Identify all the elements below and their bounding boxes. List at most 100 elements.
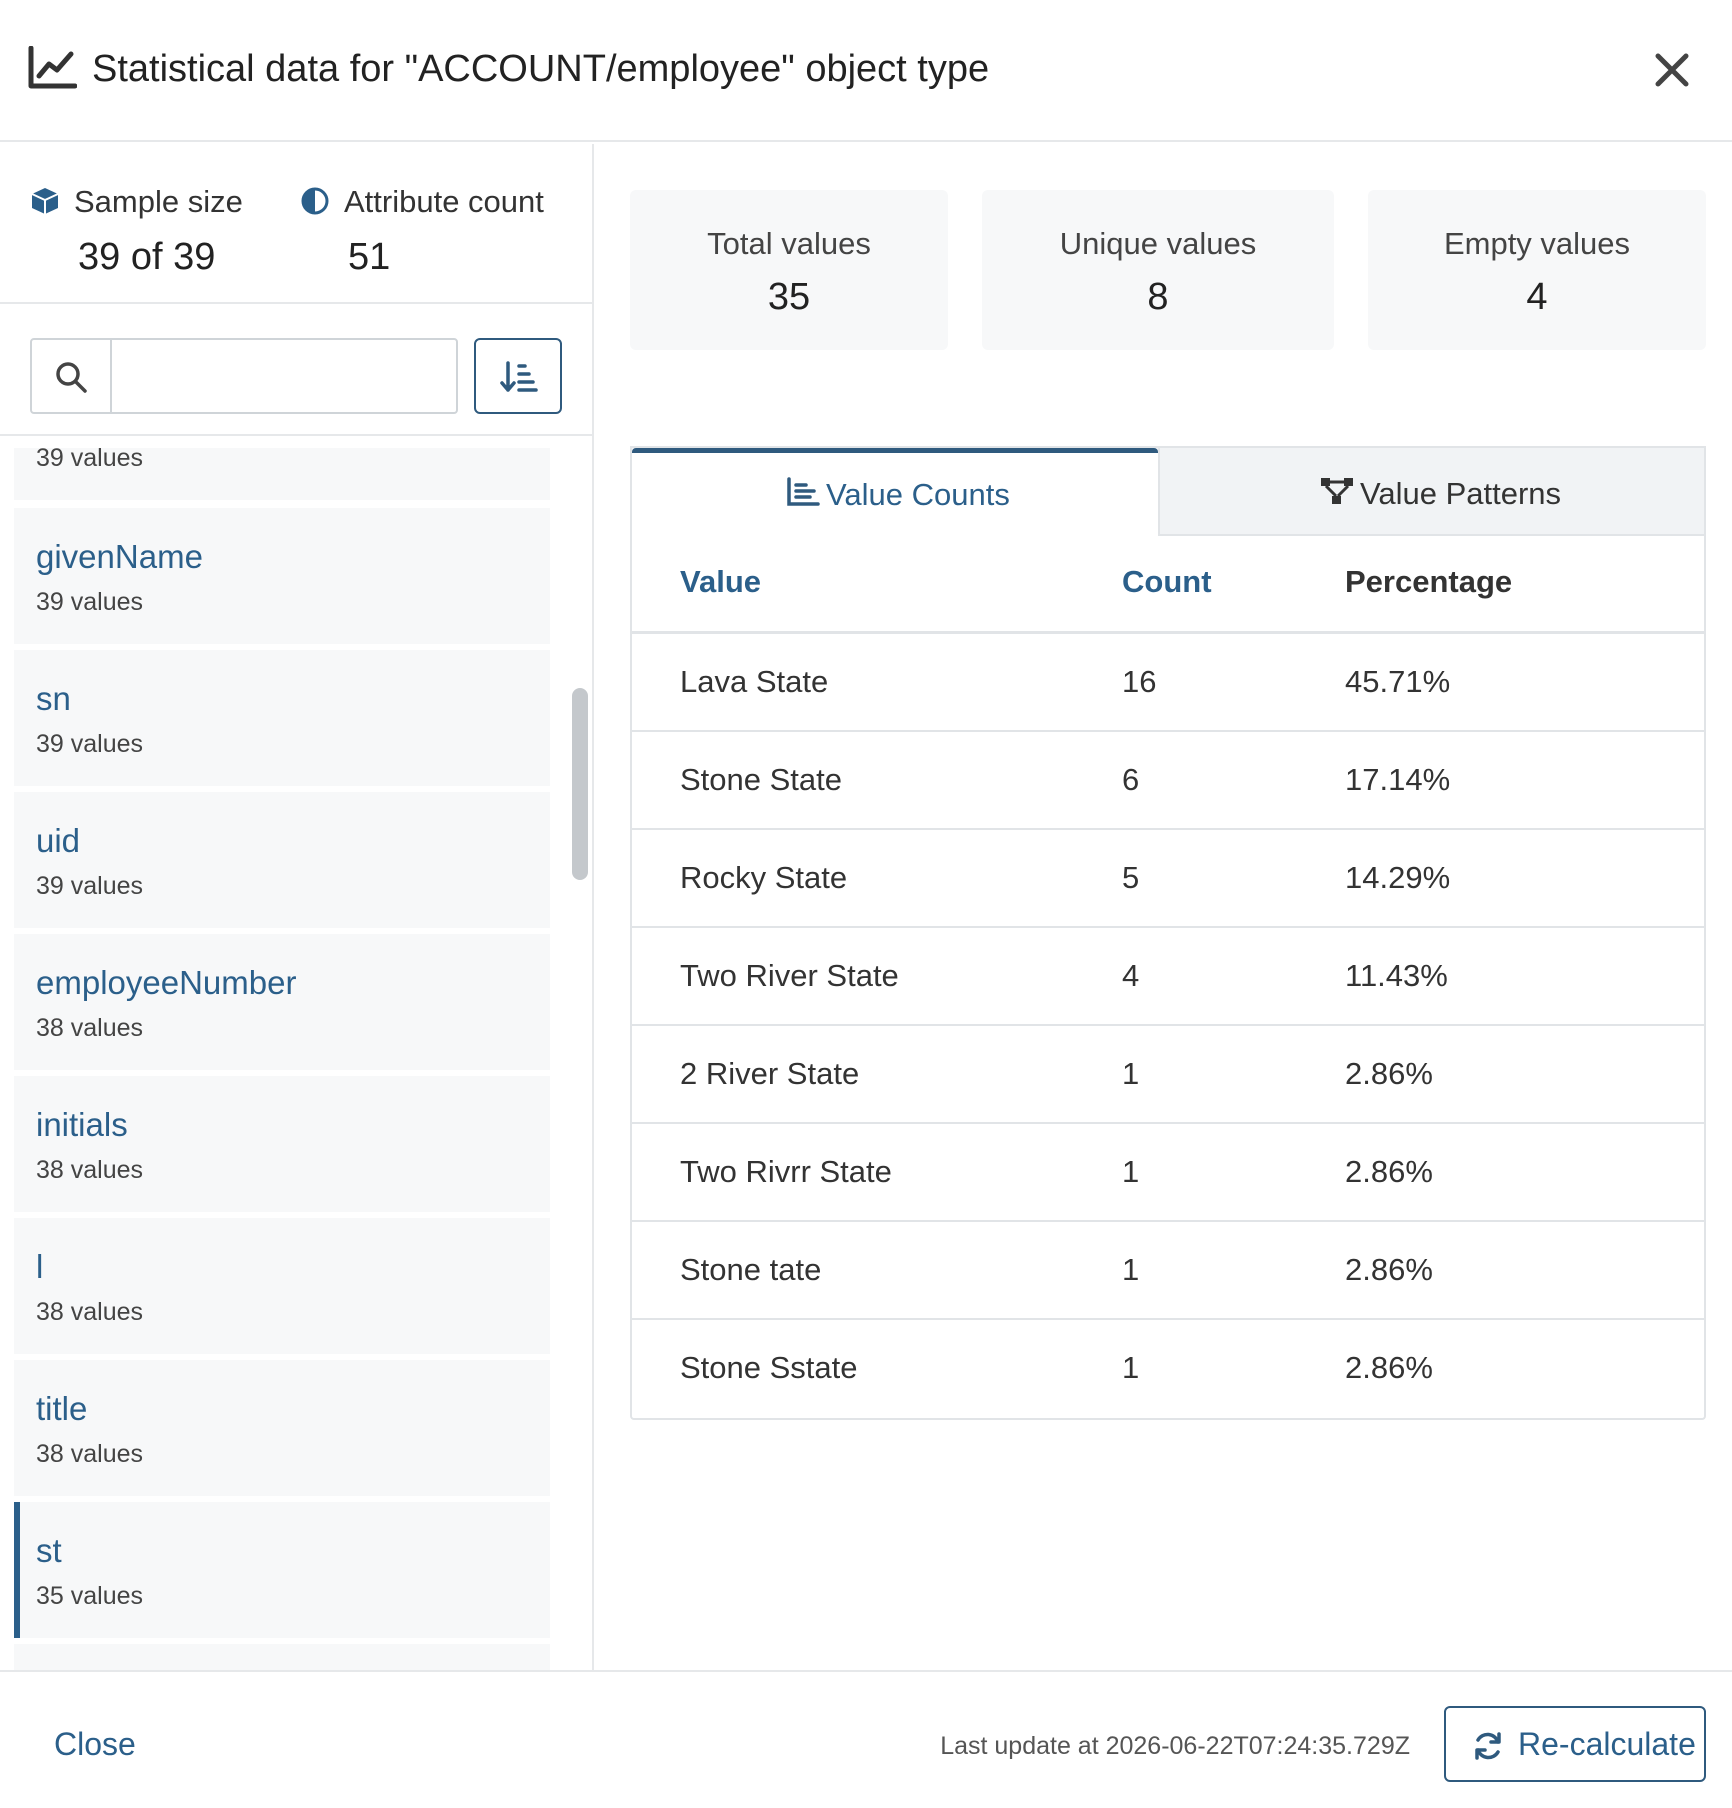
half-circle-icon [301, 187, 329, 215]
cell-count: 6 [1122, 762, 1140, 797]
attribute-name: l [36, 1248, 44, 1285]
attribute-item[interactable]: 39 values [14, 448, 550, 500]
total-values-value: 35 [767, 276, 811, 318]
cell-count: 1 [1122, 1056, 1140, 1091]
cell-count: 4 [1122, 958, 1140, 993]
cell-count: 1 [1122, 1350, 1140, 1385]
table-row: Lava State 16 45.71% [632, 634, 1704, 732]
sample-summary: Sample size 39 of 39 Attribute count 51 [0, 144, 592, 304]
close-button[interactable]: Close [54, 1726, 136, 1763]
unique-values-value: 8 [1147, 276, 1169, 318]
close-icon[interactable] [1652, 50, 1692, 90]
attribute-item[interactable]: givenName 39 values [14, 508, 550, 644]
attribute-value-count: 38 values [36, 1298, 144, 1326]
stats-tabs: Value Counts Value Patterns [630, 446, 1706, 536]
cell-value: Stone State [680, 762, 843, 797]
cell-count: 16 [1122, 664, 1157, 699]
cell-count: 5 [1122, 860, 1140, 895]
cube-icon [31, 188, 59, 214]
empty-values-value: 4 [1526, 276, 1548, 318]
cell-value: Stone tate [680, 1252, 822, 1287]
attribute-name: givenName [36, 538, 203, 575]
attribute-value-count: 39 values [36, 588, 144, 616]
pattern-nodes-icon [1321, 478, 1353, 504]
recalculate-button[interactable]: Re-calculate [1444, 1706, 1706, 1782]
attribute-count-value: 51 [348, 236, 391, 278]
attribute-value-count: 39 values [36, 448, 144, 472]
attribute-value-count: 38 values [36, 1440, 144, 1468]
cell-count: 1 [1122, 1154, 1140, 1189]
cell-percentage: 2.86% [1345, 1154, 1433, 1189]
tab-value-patterns[interactable]: Value Patterns [1158, 448, 1706, 536]
attribute-name: uid [36, 822, 81, 859]
scrollbar-thumb[interactable] [572, 688, 588, 880]
attribute-item[interactable]: initials 38 values [14, 1076, 550, 1212]
cell-value: Two Rivrr State [680, 1154, 892, 1189]
last-update-text: Last update at 2026-06-22T07:24:35.729Z [940, 1732, 1410, 1760]
table-header: Value Count Percentage [632, 534, 1704, 634]
cell-percentage: 17.14% [1345, 762, 1451, 797]
column-header-percentage[interactable]: Percentage [1345, 564, 1512, 600]
cell-percentage: 14.29% [1345, 860, 1451, 895]
sample-size-label: Sample size [74, 184, 243, 219]
total-values-card: Total values 35 [630, 190, 948, 350]
cell-percentage: 2.86% [1345, 1350, 1433, 1385]
recalculate-label: Re-calculate [1518, 1726, 1696, 1762]
attribute-pane: Sample size 39 of 39 Attribute count 51 [0, 144, 594, 1670]
attribute-value-count: 38 values [36, 1156, 144, 1184]
attribute-value-count: 39 values [36, 730, 144, 758]
attribute-name: st [36, 1532, 62, 1569]
attribute-list: 39 values givenName 39 values sn 39 valu… [0, 448, 572, 1670]
search-input[interactable] [114, 340, 454, 412]
attribute-value-count: 35 values [36, 1582, 144, 1610]
attribute-name: employeeNumber [36, 964, 297, 1001]
attribute-name: initials [36, 1106, 128, 1143]
unique-values-card: Unique values 8 [982, 190, 1334, 350]
tab-value-counts[interactable]: Value Counts [632, 448, 1158, 536]
tab-value-counts-label: Value Counts [826, 477, 1010, 512]
cell-value: Rocky State [680, 860, 848, 895]
dialog-title: Statistical data for "ACCOUNT/employee" … [92, 48, 990, 90]
total-values-label: Total values [707, 226, 871, 261]
search-field[interactable] [30, 338, 458, 414]
sort-button[interactable] [474, 338, 562, 414]
tab-value-patterns-label: Value Patterns [1360, 476, 1562, 511]
dialog-header: Statistical data for "ACCOUNT/employee" … [0, 0, 1732, 142]
table-row: Stone Sstate 1 2.86% [632, 1320, 1704, 1418]
bar-list-icon [787, 477, 820, 506]
column-header-count[interactable]: Count [1122, 564, 1212, 600]
attribute-item[interactable]: uid 39 values [14, 792, 550, 928]
sort-amount-icon [500, 361, 538, 392]
cell-value: Stone Sstate [680, 1350, 858, 1385]
attribute-item[interactable]: sn 39 values [14, 650, 550, 786]
line-chart-icon [28, 46, 77, 89]
sample-size-value: 39 of 39 [78, 236, 216, 278]
cell-percentage: 11.43% [1345, 958, 1448, 993]
attribute-name: title [36, 1390, 88, 1427]
empty-values-label: Empty values [1443, 226, 1631, 261]
table-row: Stone tate 1 2.86% [632, 1222, 1704, 1320]
table-row: Stone State 6 17.14% [632, 732, 1704, 830]
attribute-name: sn [36, 680, 71, 717]
attribute-count-label: Attribute count [344, 184, 544, 219]
search-icon [56, 362, 87, 393]
value-counts-table: Value Count Percentage Lava State 16 45.… [630, 534, 1706, 1420]
cell-count: 1 [1122, 1252, 1140, 1287]
attribute-item[interactable]: employeeNumber 38 values [14, 934, 550, 1070]
column-header-value[interactable]: Value [680, 564, 761, 600]
table-row: 2 River State 1 2.86% [632, 1026, 1704, 1124]
attribute-item[interactable]: l 38 values [14, 1218, 550, 1354]
cell-value: 2 River State [680, 1056, 860, 1091]
attribute-value-count: 39 values [36, 872, 144, 900]
table-row: Two Rivrr State 1 2.86% [632, 1124, 1704, 1222]
table-row: Rocky State 5 14.29% [632, 830, 1704, 928]
attribute-item-selected[interactable]: st 35 values [14, 1502, 550, 1638]
unique-values-label: Unique values [1059, 226, 1257, 261]
search-icon-container [32, 340, 112, 412]
attribute-value-count: 38 values [36, 1014, 144, 1042]
cell-percentage: 2.86% [1345, 1252, 1433, 1287]
attribute-item[interactable]: title 38 values [14, 1360, 550, 1496]
attribute-list-scrollbar[interactable] [572, 448, 592, 1670]
cell-percentage: 45.71% [1345, 664, 1451, 699]
attribute-item[interactable] [14, 1644, 550, 1670]
